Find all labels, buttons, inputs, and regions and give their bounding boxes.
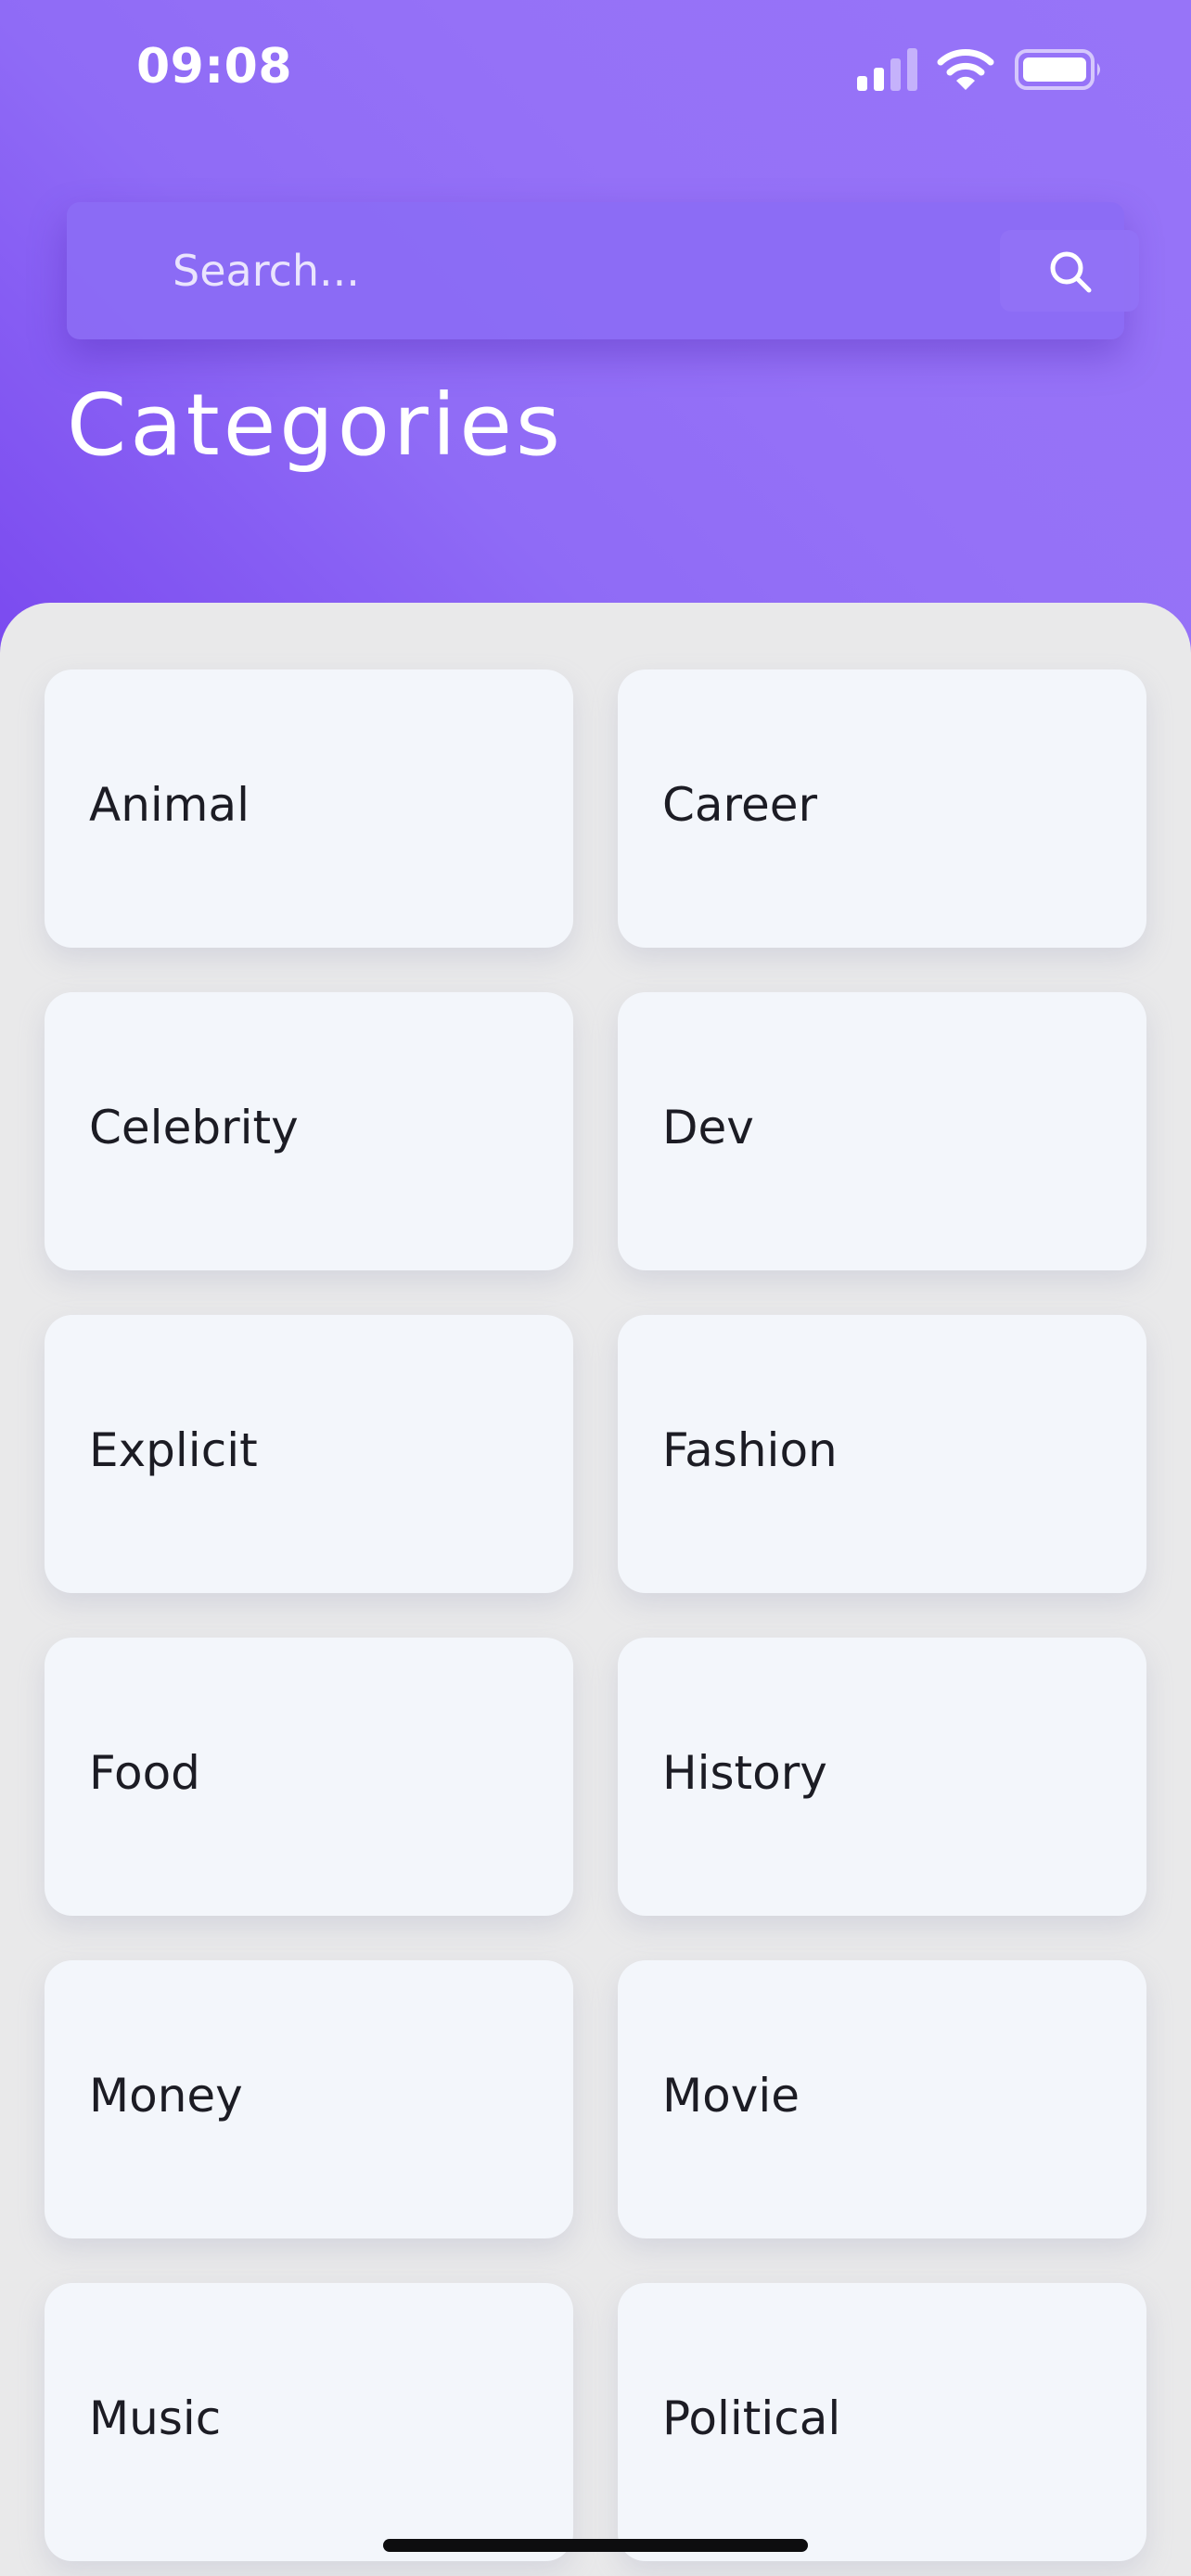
category-card-dev[interactable]: Dev — [618, 992, 1146, 1270]
category-label: Career — [662, 778, 818, 832]
status-bar: 09:08 — [0, 0, 1191, 139]
category-card-money[interactable]: Money — [45, 1960, 573, 2238]
category-card-career[interactable]: Career — [618, 670, 1146, 948]
search-icon — [1050, 251, 1092, 293]
categories-panel: Animal Career Celebrity Dev Explicit Fas… — [0, 603, 1191, 2576]
wifi-icon — [937, 49, 994, 90]
category-card-explicit[interactable]: Explicit — [45, 1315, 573, 1593]
category-label: Dev — [662, 1101, 754, 1154]
category-card-animal[interactable]: Animal — [45, 670, 573, 948]
category-card-fashion[interactable]: Fashion — [618, 1315, 1146, 1593]
signal-icon — [857, 48, 917, 91]
category-label: Political — [662, 2391, 841, 2445]
search-input[interactable] — [173, 237, 970, 304]
category-label: Food — [89, 1746, 200, 1800]
category-label: Animal — [89, 778, 250, 832]
category-label: Fashion — [662, 1423, 838, 1477]
category-card-history[interactable]: History — [618, 1638, 1146, 1916]
category-label: Celebrity — [89, 1101, 299, 1154]
category-card-movie[interactable]: Movie — [618, 1960, 1146, 2238]
page-title: Categories — [67, 376, 564, 475]
category-label: Money — [89, 2069, 243, 2123]
search-button[interactable] — [1000, 230, 1139, 312]
category-card-celebrity[interactable]: Celebrity — [45, 992, 573, 1270]
category-label: Explicit — [89, 1423, 258, 1477]
battery-icon — [1015, 49, 1100, 90]
home-indicator — [383, 2539, 808, 2552]
category-label: Movie — [662, 2069, 800, 2123]
search-bar — [67, 202, 1139, 339]
category-grid: Animal Career Celebrity Dev Explicit Fas… — [45, 670, 1146, 2561]
header: 09:08 Categories — [0, 0, 1191, 668]
status-time: 09:08 — [136, 39, 293, 95]
category-label: History — [662, 1746, 827, 1800]
category-card-political[interactable]: Political — [618, 2283, 1146, 2561]
category-label: Music — [89, 2391, 222, 2445]
category-card-food[interactable]: Food — [45, 1638, 573, 1916]
category-card-music[interactable]: Music — [45, 2283, 573, 2561]
